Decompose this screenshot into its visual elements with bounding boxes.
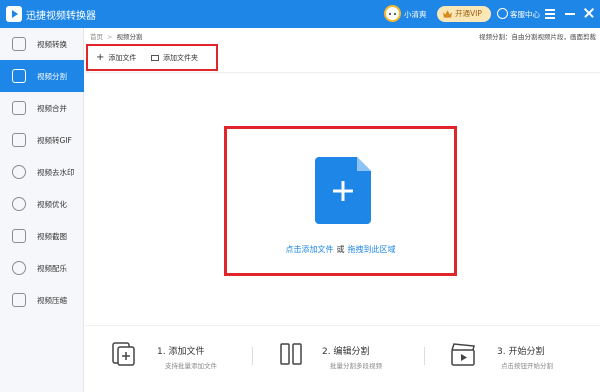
add-folder-button[interactable]: 添加文件夹 — [151, 51, 198, 65]
breadcrumb-current: 视频分割 — [116, 33, 143, 41]
sidebar-item-split[interactable]: 视频分割 — [0, 60, 84, 92]
convert-icon — [12, 37, 26, 51]
music-icon — [12, 261, 26, 275]
sidebar-item-label: 视频分割 — [37, 72, 67, 81]
vip-label: 开通VIP — [455, 9, 482, 18]
drop-zone[interactable]: 点击添加文件或拖拽到此区域 — [224, 126, 457, 276]
sidebar-item-music[interactable]: 视频配乐 — [0, 252, 84, 284]
click-add-file-link[interactable]: 点击添加文件 — [286, 245, 334, 254]
merge-icon — [12, 101, 26, 115]
sidebar-item-label: 视频优化 — [37, 200, 67, 209]
add-file-icon[interactable] — [315, 157, 371, 224]
sidebar-item-label: 视频转换 — [37, 40, 67, 49]
app-logo-icon — [6, 6, 22, 22]
sidebar-item-label: 视频去水印 — [37, 168, 75, 177]
drag-here-text: 拖拽到此区域 — [347, 245, 396, 254]
sidebar-item-label: 视频转GIF — [37, 136, 72, 145]
add-file-icon — [112, 342, 135, 366]
close-icon[interactable] — [582, 6, 596, 20]
sidebar-item-compress[interactable]: 视频压缩 — [0, 284, 84, 316]
step-description: 批量分割多段视频 — [330, 362, 382, 370]
sidebar-item-convert[interactable]: 视频转换 — [0, 28, 84, 60]
toolbar: + 添加文件 添加文件夹 — [86, 44, 218, 71]
gif-icon — [12, 133, 26, 147]
compress-icon — [12, 293, 26, 307]
plus-icon: + — [96, 52, 105, 63]
add-file-label: 添加文件 — [108, 54, 137, 62]
divider — [85, 72, 600, 73]
step-title: 1. 添加文件 — [157, 347, 205, 357]
step-title: 3. 开始分割 — [497, 347, 545, 357]
breadcrumb-home[interactable]: 首页 — [90, 33, 103, 41]
feature-hint: 视频分割：自由分割视频片段，画面剪裁 — [479, 33, 596, 41]
sidebar-item-label: 视频压缩 — [37, 296, 67, 305]
folder-icon — [151, 55, 159, 61]
edit-split-icon — [280, 343, 302, 365]
vip-button[interactable]: 开通VIP — [437, 6, 491, 22]
breadcrumb: 首页 > 视频分割 — [90, 31, 142, 41]
add-file-button[interactable]: + 添加文件 — [96, 51, 136, 65]
user-name[interactable]: 小清爽 — [404, 9, 427, 20]
add-folder-label: 添加文件夹 — [163, 54, 198, 62]
drop-instructions: 点击添加文件或拖拽到此区域 — [227, 244, 454, 255]
divider — [85, 325, 600, 326]
crown-icon — [443, 10, 452, 18]
user-avatar[interactable] — [384, 5, 401, 22]
sidebar: 视频转换 视频分割 视频合并 视频转GIF 视频去水印 视频优化 视频截图 视频… — [0, 28, 84, 392]
minimize-icon[interactable] — [563, 6, 577, 20]
sidebar-item-merge[interactable]: 视频合并 — [0, 92, 84, 124]
sidebar-item-watermark[interactable]: 视频去水印 — [0, 156, 84, 188]
sidebar-item-screenshot[interactable]: 视频截图 — [0, 220, 84, 252]
service-center-link[interactable]: 客服中心 — [510, 9, 540, 20]
step-description: 点击按钮开始分割 — [501, 362, 553, 370]
step-separator — [252, 347, 253, 365]
breadcrumb-separator: > — [107, 33, 113, 41]
screenshot-icon — [12, 229, 26, 243]
split-icon — [12, 69, 26, 83]
sidebar-item-optimize[interactable]: 视频优化 — [0, 188, 84, 220]
menu-icon[interactable] — [543, 6, 557, 20]
app-title: 迅捷视频转换器 — [26, 11, 96, 22]
sidebar-item-gif[interactable]: 视频转GIF — [0, 124, 84, 156]
or-text: 或 — [336, 245, 345, 254]
step-title: 2. 编辑分割 — [322, 347, 370, 357]
sidebar-item-label: 视频截图 — [37, 232, 67, 241]
title-bar: 迅捷视频转换器 小清爽 开通VIP 客服中心 — [0, 0, 600, 28]
headset-icon[interactable] — [497, 8, 508, 19]
sidebar-item-label: 视频配乐 — [37, 264, 67, 273]
watermark-icon — [12, 165, 26, 179]
step-separator — [424, 347, 425, 365]
sidebar-item-label: 视频合并 — [37, 104, 67, 113]
optimize-icon — [12, 197, 26, 211]
clapper-icon — [451, 343, 475, 366]
step-description: 支持批量添加文件 — [165, 362, 217, 370]
